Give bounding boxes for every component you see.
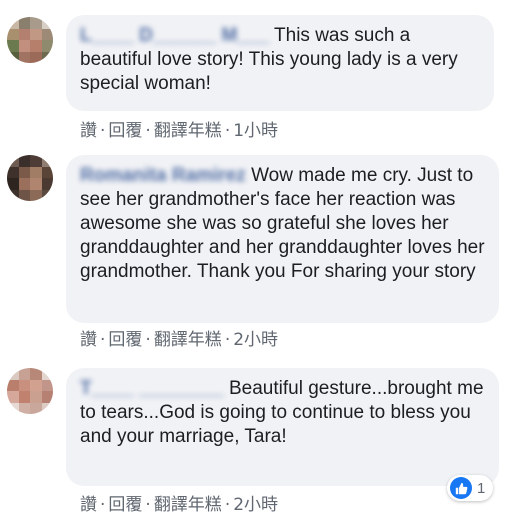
separator: · <box>145 121 151 141</box>
like-link[interactable]: 讚 <box>80 330 97 350</box>
comment-bubble: L____ D______ M___ This was such a beaut… <box>66 15 494 111</box>
like-link[interactable]: 讚 <box>80 495 97 515</box>
timestamp[interactable]: 2小時 <box>233 330 278 350</box>
avatar[interactable] <box>7 368 53 414</box>
translate-link[interactable]: 翻譯年糕 <box>154 121 222 141</box>
reaction-count: 1 <box>477 479 486 497</box>
translate-link[interactable]: 翻譯年糕 <box>154 330 222 350</box>
comment-bubble: T____ ________ Beautiful gesture...broug… <box>66 368 499 486</box>
comment-actions: 讚 · 回覆 · 翻譯年糕 · 1小時 <box>80 116 278 141</box>
comment-bubble: Romanita Ramirez Wow made me cry. Just t… <box>66 155 499 323</box>
timestamp[interactable]: 1小時 <box>233 121 278 141</box>
like-link[interactable]: 讚 <box>80 121 97 141</box>
separator: · <box>224 495 231 515</box>
reaction-summary[interactable]: 1 <box>447 475 494 501</box>
comment-author[interactable]: L____ D______ M___ <box>80 25 269 46</box>
avatar[interactable] <box>7 155 53 201</box>
separator: · <box>145 495 151 515</box>
comment-actions: 讚 · 回覆 · 翻譯年糕 · 2小時 <box>80 490 278 515</box>
separator: · <box>100 330 106 350</box>
like-icon <box>450 477 472 499</box>
separator: · <box>100 495 106 515</box>
comment-author[interactable]: Romanita Ramirez <box>80 165 246 186</box>
reply-link[interactable]: 回覆 <box>108 495 142 515</box>
comment-actions: 讚 · 回覆 · 翻譯年糕 · 2小時 <box>80 325 278 350</box>
translate-link[interactable]: 翻譯年糕 <box>154 495 222 515</box>
separator: · <box>100 121 106 141</box>
comment-author[interactable]: T____ ________ <box>80 378 224 399</box>
reply-link[interactable]: 回覆 <box>108 121 142 141</box>
separator: · <box>224 121 231 141</box>
separator: · <box>145 330 151 350</box>
avatar[interactable] <box>7 17 53 63</box>
separator: · <box>224 330 231 350</box>
timestamp[interactable]: 2小時 <box>233 495 278 515</box>
reply-link[interactable]: 回覆 <box>108 330 142 350</box>
